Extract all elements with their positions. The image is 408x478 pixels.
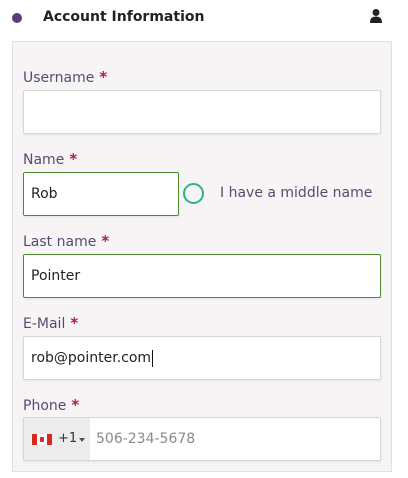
section-title: Account Information bbox=[43, 9, 205, 25]
required-marker: * bbox=[101, 232, 110, 250]
name-label: Name * bbox=[23, 150, 78, 168]
username-field[interactable] bbox=[23, 90, 381, 134]
last-name-field[interactable]: Pointer bbox=[23, 254, 381, 298]
middle-name-label[interactable]: I have a middle name bbox=[220, 185, 372, 201]
user-icon[interactable] bbox=[369, 8, 383, 24]
canada-flag-icon bbox=[32, 434, 52, 445]
required-marker: * bbox=[69, 150, 78, 168]
required-marker: * bbox=[99, 68, 108, 86]
chevron-down-icon bbox=[79, 438, 85, 442]
required-marker: * bbox=[70, 314, 79, 332]
phone-field[interactable]: +1 506-234-5678 bbox=[23, 417, 381, 461]
status-dot bbox=[12, 13, 22, 23]
username-label: Username * bbox=[23, 68, 108, 86]
middle-name-toggle[interactable] bbox=[183, 183, 204, 204]
text-caret bbox=[152, 349, 154, 367]
name-field[interactable]: Rob bbox=[23, 172, 179, 216]
email-field[interactable]: rob@pointer.com bbox=[23, 336, 381, 380]
last-name-label: Last name * bbox=[23, 232, 110, 250]
country-code-select[interactable]: +1 bbox=[24, 418, 90, 460]
dial-code: +1 bbox=[58, 431, 78, 446]
required-marker: * bbox=[71, 396, 80, 414]
phone-label: Phone * bbox=[23, 396, 80, 414]
email-label: E-Mail * bbox=[23, 314, 79, 332]
phone-input[interactable]: 506-234-5678 bbox=[96, 431, 195, 447]
section-header: Account Information bbox=[0, 0, 408, 36]
